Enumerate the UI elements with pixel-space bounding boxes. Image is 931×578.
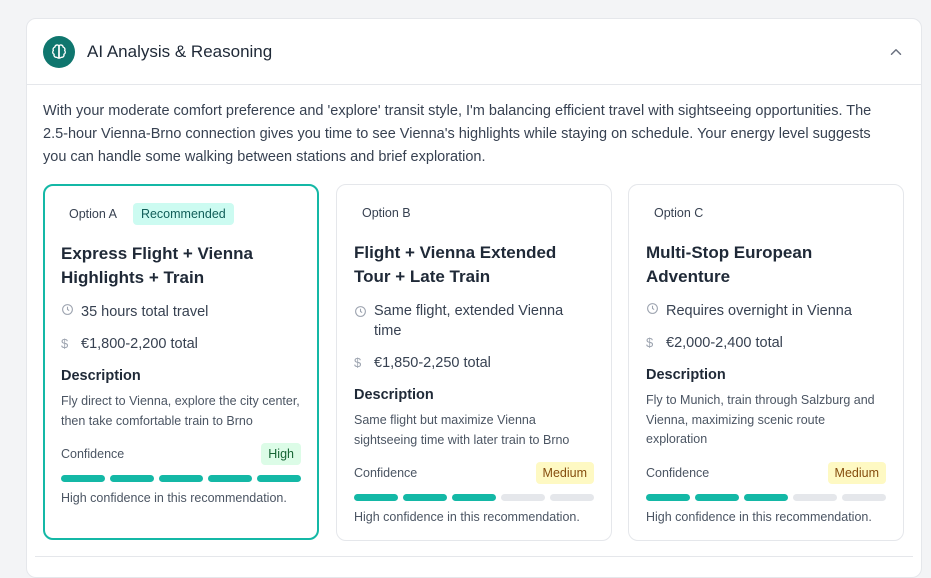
option-label: Option B — [362, 206, 411, 220]
option-card-a[interactable]: Option A Recommended Express Flight + Vi… — [43, 184, 319, 540]
confidence-badge: Medium — [535, 462, 594, 484]
description-heading: Description — [646, 367, 726, 383]
cost: €1,850-2,250 total — [374, 355, 491, 371]
confidence-note: High confidence in this recommendation. — [646, 509, 872, 524]
confidence-segment — [744, 493, 788, 501]
dollar-icon: $ — [354, 355, 362, 370]
option-label: Option C — [654, 206, 704, 220]
dollar-icon: $ — [61, 336, 69, 351]
description-text: Same flight but maximize Vienna sightsee… — [354, 413, 570, 447]
confidence-bar — [61, 475, 301, 482]
analysis-text: With your moderate comfort preference an… — [43, 103, 872, 165]
panel-header[interactable]: AI Analysis & Reasoning — [27, 19, 921, 85]
confidence-segment — [646, 493, 690, 501]
recommended-badge: Recommended — [132, 203, 234, 225]
confidence-segment — [159, 475, 203, 482]
confidence-badge: High — [261, 443, 301, 465]
confidence-note: High confidence in this recommendation. — [61, 491, 287, 505]
confidence-badge: Medium — [827, 461, 886, 484]
cost: €1,800-2,200 total — [81, 336, 198, 352]
confidence-segment — [793, 493, 837, 501]
confidence-segment — [452, 494, 496, 501]
confidence-segment — [695, 493, 739, 501]
clock-icon — [646, 301, 666, 321]
clock-icon — [354, 301, 374, 324]
confidence-segment — [208, 475, 252, 482]
confidence-bar — [646, 493, 886, 501]
confidence-segment — [354, 494, 398, 501]
option-card-c[interactable]: Option C Multi-Stop European Adventure R… — [628, 184, 904, 541]
confidence-label: Confidence — [61, 447, 125, 461]
cost: €2,000-2,400 total — [666, 335, 783, 351]
dollar-icon: $ — [646, 335, 654, 350]
confidence-label: Confidence — [646, 465, 710, 480]
panel-title: AI Analysis & Reasoning — [87, 41, 273, 61]
analysis-panel: AI Analysis & Reasoning With your modera… — [26, 18, 922, 578]
description-heading: Description — [354, 387, 434, 403]
confidence-bar — [354, 494, 594, 501]
confidence-segment — [257, 475, 301, 482]
chevron-up-icon[interactable] — [887, 43, 905, 61]
option-title: Express Flight + Vienna Highlights + Tra… — [61, 244, 253, 287]
description-text: Fly direct to Vienna, explore the city c… — [61, 394, 300, 428]
confidence-segment — [61, 475, 105, 482]
option-card-b[interactable]: Option B Flight + Vienna Extended Tour +… — [336, 184, 612, 541]
travel-time: Same flight, extended Vienna time — [374, 303, 564, 339]
confidence-label: Confidence — [354, 466, 418, 480]
option-label: Option A — [69, 207, 117, 221]
option-title: Multi-Stop European Adventure — [646, 243, 813, 286]
confidence-segment — [550, 494, 594, 501]
option-title: Flight + Vienna Extended Tour + Late Tra… — [354, 243, 557, 286]
description-text: Fly to Munich, train through Salzburg an… — [646, 393, 875, 446]
brain-icon — [43, 35, 75, 68]
confidence-segment — [501, 494, 545, 501]
divider — [35, 556, 913, 557]
clock-icon — [61, 302, 81, 322]
confidence-segment — [403, 494, 447, 501]
confidence-segment — [110, 475, 154, 482]
travel-time: Requires overnight in Vienna — [666, 303, 852, 319]
description-heading: Description — [61, 368, 141, 384]
confidence-note: High confidence in this recommendation. — [354, 510, 580, 524]
travel-time: 35 hours total travel — [81, 304, 209, 320]
confidence-segment — [842, 493, 886, 501]
